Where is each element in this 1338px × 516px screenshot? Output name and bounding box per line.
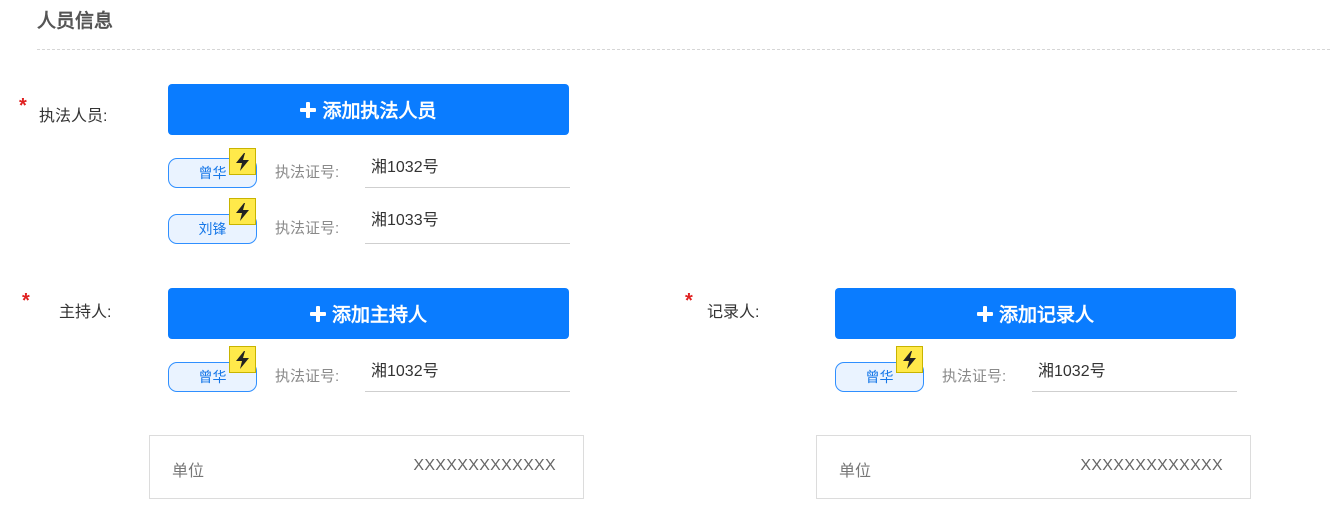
- required-mark: *: [685, 290, 693, 312]
- person-name: 刘锋: [198, 221, 227, 237]
- cert-number-field[interactable]: 湘1033号: [365, 210, 570, 244]
- host-row: 曾华 执法证号: 湘1032号: [168, 346, 570, 392]
- host-label: 主持人:: [59, 304, 112, 321]
- lightning-bolt-icon[interactable]: [229, 346, 256, 373]
- add-host-button[interactable]: 添加主持人: [168, 288, 569, 339]
- unit-value: XXXXXXXXXXXXX: [1080, 457, 1223, 474]
- add-recorder-label: 添加记录人: [998, 305, 1094, 326]
- required-mark: *: [22, 290, 30, 312]
- cert-number-field[interactable]: 湘1032号: [365, 154, 570, 188]
- cert-label: 执法证号:: [275, 164, 340, 181]
- unit-label: 单位: [839, 463, 872, 480]
- plus-icon: [976, 305, 993, 322]
- lightning-bolt-icon[interactable]: [229, 148, 256, 175]
- cert-number-field[interactable]: 湘1032号: [1032, 358, 1237, 392]
- person-name: 曾华: [865, 369, 894, 385]
- enforcers-label: 执法人员:: [39, 108, 108, 125]
- cert-label: 执法证号:: [275, 368, 340, 385]
- recorder-unit-box: 单位 XXXXXXXXXXXXX: [816, 435, 1251, 499]
- required-mark: *: [19, 95, 27, 117]
- section-divider: [37, 49, 1330, 50]
- host-unit-box: 单位 XXXXXXXXXXXXX: [149, 435, 584, 499]
- section-title: 人员信息: [37, 11, 114, 32]
- unit-label: 单位: [172, 463, 205, 480]
- lightning-bolt-icon[interactable]: [229, 198, 256, 225]
- person-name: 曾华: [198, 165, 227, 181]
- plus-icon: [309, 305, 326, 322]
- cert-label: 执法证号:: [275, 220, 340, 237]
- cert-number-field[interactable]: 湘1032号: [365, 358, 570, 392]
- unit-value: XXXXXXXXXXXXX: [413, 457, 556, 474]
- person-name: 曾华: [198, 369, 227, 385]
- recorder-row: 曾华 执法证号: 湘1032号: [835, 346, 1237, 392]
- add-host-label: 添加主持人: [331, 305, 427, 326]
- add-recorder-button[interactable]: 添加记录人: [835, 288, 1236, 339]
- enforcer-row: 刘锋 执法证号: 湘1033号: [168, 198, 570, 244]
- add-enforcer-label: 添加执法人员: [322, 101, 437, 122]
- recorder-label: 记录人:: [707, 304, 760, 321]
- add-enforcer-button[interactable]: 添加执法人员: [168, 84, 569, 135]
- enforcer-row: 曾华 执法证号: 湘1032号: [168, 148, 570, 188]
- cert-label: 执法证号:: [942, 368, 1007, 385]
- plus-icon: [300, 101, 317, 118]
- lightning-bolt-icon[interactable]: [896, 346, 923, 373]
